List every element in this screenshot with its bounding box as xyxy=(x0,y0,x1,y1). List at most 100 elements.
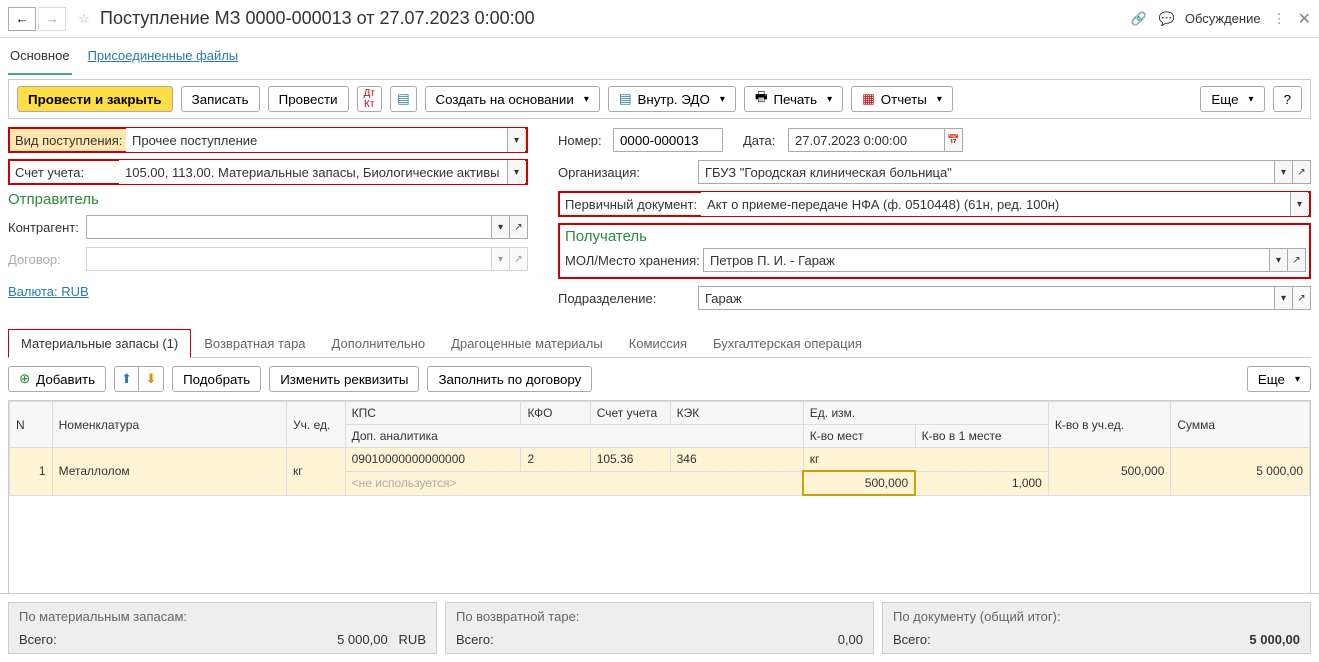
cell-summa[interactable]: 5 000,00 xyxy=(1171,448,1310,496)
primary-doc-dropdown-icon[interactable]: ▾ xyxy=(1290,192,1308,216)
tab-commission[interactable]: Комиссия xyxy=(616,329,700,358)
cell-n[interactable]: 1 xyxy=(10,448,53,496)
grid-more-button[interactable]: Еще▾ xyxy=(1247,366,1311,392)
discussion-link[interactable]: Обсуждение xyxy=(1185,11,1261,26)
col-kfo[interactable]: КФО xyxy=(521,402,590,425)
mol-value[interactable]: Петров П. И. - Гараж xyxy=(704,253,1269,268)
currency-link[interactable]: Валюта: RUB xyxy=(8,284,89,299)
cell-kvo1mest[interactable]: 1,000 xyxy=(915,471,1048,495)
contract-dropdown-icon: ▾ xyxy=(491,248,509,270)
dept-dropdown-icon[interactable]: ▾ xyxy=(1274,287,1292,309)
fill-contract-button[interactable]: Заполнить по договору xyxy=(427,366,592,392)
account-value[interactable]: 105.00, 113.00. Материальные запасы, Био… xyxy=(119,165,507,180)
col-kps[interactable]: КПС xyxy=(345,402,521,425)
mol-label: МОЛ/Место хранения: xyxy=(563,253,703,268)
print-button[interactable]: 🖶Печать▾ xyxy=(744,86,843,112)
footer-doc: По документу (общий итог): Всего:5 000,0… xyxy=(882,602,1311,654)
footer-materials: По материальным запасам: Всего:5 000,00 … xyxy=(8,602,437,654)
edo-button[interactable]: ▤Внутр. ЭДО▾ xyxy=(608,86,736,112)
col-kvouch[interactable]: К-во в уч.ед. xyxy=(1048,402,1171,448)
col-edizm[interactable]: Ед. изм. xyxy=(803,402,1048,425)
edo-icon: ▤ xyxy=(619,91,632,107)
favorite-star-icon[interactable]: ☆ xyxy=(74,9,94,29)
cell-uched[interactable]: кг xyxy=(287,448,346,496)
cell-kps[interactable]: 09010000000000000 xyxy=(345,448,521,472)
page-title: Поступление МЗ 0000-000013 от 27.07.2023… xyxy=(100,8,1121,29)
org-label: Организация: xyxy=(558,165,698,180)
reports-button[interactable]: ▦Отчеты▾ xyxy=(851,86,953,112)
pick-button[interactable]: Подобрать xyxy=(172,366,261,392)
primary-doc-label: Первичный документ: xyxy=(561,197,701,212)
help-button[interactable]: ? xyxy=(1273,86,1302,112)
col-kvomest[interactable]: К-во мест xyxy=(803,425,915,448)
post-button[interactable]: Провести xyxy=(268,86,349,112)
more-button[interactable]: Еще▾ xyxy=(1200,86,1264,112)
contract-label: Договор: xyxy=(8,252,86,267)
mol-dropdown-icon[interactable]: ▾ xyxy=(1269,249,1287,271)
link-icon[interactable]: 🔗 xyxy=(1129,9,1149,29)
primary-doc-value[interactable]: Акт о приеме-передаче НФА (ф. 0510448) (… xyxy=(701,197,1290,212)
dept-open-icon[interactable]: ↗ xyxy=(1292,287,1310,309)
counterparty-label: Контрагент: xyxy=(8,220,86,235)
add-row-button[interactable]: ⊕Добавить xyxy=(8,366,106,392)
dept-value[interactable]: Гараж xyxy=(699,291,1274,306)
create-based-button[interactable]: Создать на основании▾ xyxy=(425,86,600,112)
nav-forward-button[interactable]: → xyxy=(38,7,66,31)
subtab-files[interactable]: Присоединенные файлы xyxy=(86,42,241,75)
cell-kvouch[interactable]: 500,000 xyxy=(1048,448,1171,496)
edit-req-button[interactable]: Изменить реквизиты xyxy=(269,366,419,392)
col-acct[interactable]: Счет учета xyxy=(590,402,670,425)
subtab-main[interactable]: Основное xyxy=(8,42,72,75)
col-summa[interactable]: Сумма xyxy=(1171,402,1310,448)
cell-kvomest[interactable]: 500,000 xyxy=(803,471,915,495)
counterparty-dropdown-icon[interactable]: ▾ xyxy=(491,216,509,238)
org-open-icon[interactable]: ↗ xyxy=(1292,161,1310,183)
cell-kek[interactable]: 346 xyxy=(670,448,803,472)
counterparty-open-icon[interactable]: ↗ xyxy=(509,216,527,238)
number-input[interactable] xyxy=(613,128,723,152)
org-value[interactable]: ГБУЗ "Городская клиническая больница" xyxy=(699,165,1274,180)
dtkt-icon: ДтКт xyxy=(364,88,375,110)
org-dropdown-icon[interactable]: ▾ xyxy=(1274,161,1292,183)
tab-extra[interactable]: Дополнительно xyxy=(319,329,439,358)
header-more-icon[interactable]: ⋮ xyxy=(1273,11,1286,27)
col-kek[interactable]: КЭК xyxy=(670,402,803,425)
materials-grid[interactable]: N Номенклатура Уч. ед. КПС КФО Счет учет… xyxy=(9,401,1310,496)
cell-kfo[interactable]: 2 xyxy=(521,448,590,472)
cell-nom[interactable]: Металлолом xyxy=(52,448,286,496)
tab-tare[interactable]: Возвратная тара xyxy=(191,329,318,358)
save-button[interactable]: Записать xyxy=(181,86,260,112)
move-up-button[interactable]: ⬆ xyxy=(115,367,139,391)
dept-label: Подразделение: xyxy=(558,291,698,306)
move-down-button[interactable]: ⬇ xyxy=(139,367,163,391)
kind-dropdown-icon[interactable]: ▾ xyxy=(507,128,525,152)
cell-acct[interactable]: 105.36 xyxy=(590,448,670,472)
tab-accounting[interactable]: Бухгалтерская операция xyxy=(700,329,875,358)
cell-dop[interactable]: <не используется> xyxy=(345,471,803,495)
account-dropdown-icon[interactable]: ▾ xyxy=(507,160,525,184)
nav-back-button[interactable]: ← xyxy=(8,7,36,31)
mol-open-icon[interactable]: ↗ xyxy=(1287,249,1305,271)
col-n[interactable]: N xyxy=(10,402,53,448)
close-icon[interactable]: ✕ xyxy=(1298,9,1311,29)
doc-icon: ▤ xyxy=(397,91,410,107)
dtkt-button[interactable]: ДтКт xyxy=(357,86,382,112)
discussion-icon[interactable]: 💬 xyxy=(1157,9,1177,29)
col-kvo1mest[interactable]: К-во в 1 месте xyxy=(915,425,1048,448)
reports-icon: ▦ xyxy=(862,91,875,107)
account-label: Счет учета: xyxy=(11,165,119,180)
tab-materials[interactable]: Материальные запасы (1) xyxy=(8,329,191,358)
date-input[interactable]: 27.07.2023 0:00:00 xyxy=(789,133,944,148)
calendar-icon[interactable]: 📅 xyxy=(944,129,962,151)
kind-value[interactable]: Прочее поступление xyxy=(126,133,507,148)
col-dop[interactable]: Доп. аналитика xyxy=(345,425,803,448)
post-close-button[interactable]: Провести и закрыть xyxy=(17,86,173,112)
doc-button[interactable]: ▤ xyxy=(390,86,417,112)
tab-precious[interactable]: Драгоценные материалы xyxy=(438,329,616,358)
col-nom[interactable]: Номенклатура xyxy=(52,402,286,448)
footer-tare: По возвратной таре: Всего:0,00 xyxy=(445,602,874,654)
contract-open-icon: ↗ xyxy=(509,248,527,270)
table-row[interactable]: 1 Металлолом кг 09010000000000000 2 105.… xyxy=(10,448,1310,472)
cell-edizm[interactable]: кг xyxy=(803,448,1048,472)
col-uched[interactable]: Уч. ед. xyxy=(287,402,346,448)
